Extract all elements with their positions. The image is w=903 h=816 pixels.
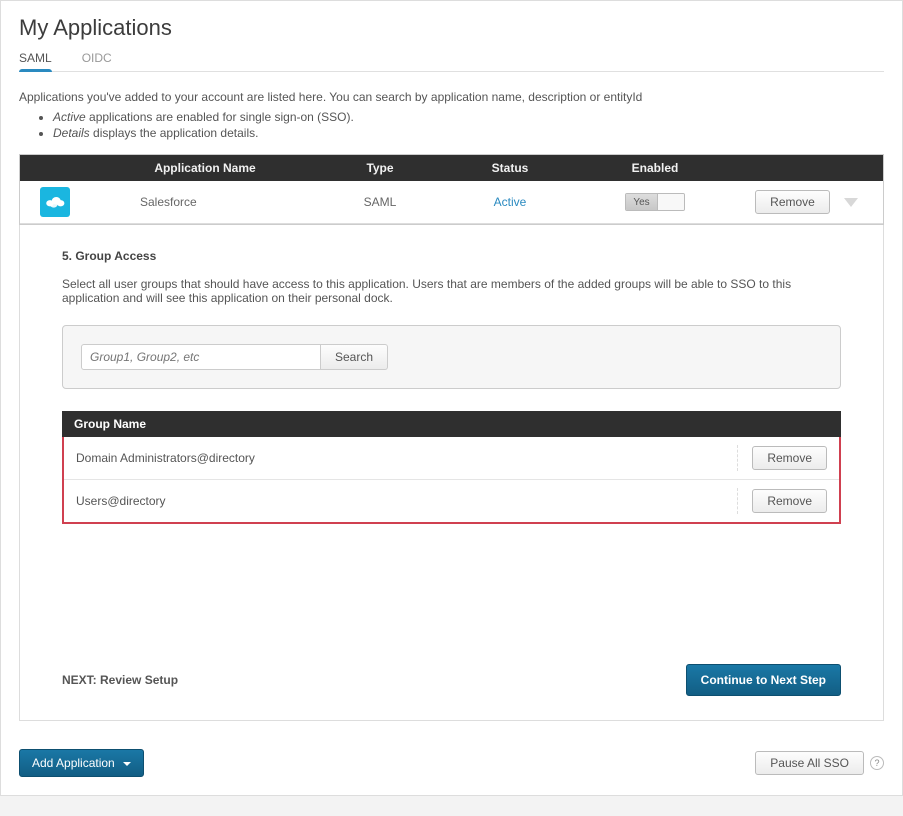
footer: Add Application Pause All SSO ? bbox=[19, 749, 884, 777]
divider bbox=[737, 488, 738, 514]
remove-group-button[interactable]: Remove bbox=[752, 489, 827, 513]
group-search-button[interactable]: Search bbox=[321, 344, 388, 370]
next-label: NEXT: Review Setup bbox=[62, 673, 178, 687]
app-type: SAML bbox=[320, 181, 440, 223]
enabled-toggle[interactable]: Yes bbox=[625, 193, 685, 211]
step-title: 5. Group Access bbox=[62, 249, 841, 263]
applications-table: Application Name Type Status Enabled Sal… bbox=[19, 154, 884, 225]
group-name: Users@directory bbox=[76, 494, 723, 508]
group-row: Domain Administrators@directory Remove bbox=[64, 437, 839, 480]
note-details-em: Details bbox=[53, 126, 90, 140]
intro-notes: Active applications are enabled for sing… bbox=[39, 110, 884, 140]
toggle-yes-label: Yes bbox=[626, 194, 658, 210]
pause-all-sso-button[interactable]: Pause All SSO bbox=[755, 751, 864, 775]
col-header-status: Status bbox=[440, 155, 580, 181]
page-title: My Applications bbox=[19, 15, 884, 41]
note-active: Active applications are enabled for sing… bbox=[53, 110, 884, 124]
help-icon[interactable]: ? bbox=[870, 756, 884, 770]
applications-header-row: Application Name Type Status Enabled bbox=[20, 155, 883, 181]
step-description: Select all user groups that should have … bbox=[62, 277, 841, 305]
continue-button[interactable]: Continue to Next Step bbox=[686, 664, 841, 696]
salesforce-icon bbox=[40, 187, 70, 217]
tab-saml[interactable]: SAML bbox=[19, 51, 52, 71]
group-search-input[interactable] bbox=[81, 344, 321, 370]
app-status-link[interactable]: Active bbox=[494, 195, 527, 209]
remove-group-button[interactable]: Remove bbox=[752, 446, 827, 470]
col-header-enabled: Enabled bbox=[580, 155, 730, 181]
tab-oidc[interactable]: OIDC bbox=[82, 51, 112, 71]
note-active-rest: applications are enabled for single sign… bbox=[86, 110, 354, 124]
group-table: Group Name Domain Administrators@directo… bbox=[62, 411, 841, 524]
remove-app-button[interactable]: Remove bbox=[755, 190, 830, 214]
group-name: Domain Administrators@directory bbox=[76, 451, 723, 465]
detail-panel: 5. Group Access Select all user groups t… bbox=[19, 225, 884, 721]
note-details: Details displays the application details… bbox=[53, 126, 884, 140]
app-name: Salesforce bbox=[90, 181, 320, 223]
col-header-name: Application Name bbox=[90, 155, 320, 181]
note-details-rest: displays the application details. bbox=[90, 126, 259, 140]
note-active-em: Active bbox=[53, 110, 86, 124]
group-search-box: Search bbox=[62, 325, 841, 389]
intro-text: Applications you've added to your accoun… bbox=[19, 90, 884, 104]
add-application-label: Add Application bbox=[32, 756, 118, 770]
tabs: SAML OIDC bbox=[19, 51, 884, 72]
chevron-down-icon[interactable] bbox=[844, 198, 858, 207]
application-row: Salesforce SAML Active Yes Remove bbox=[20, 181, 883, 224]
next-row: NEXT: Review Setup Continue to Next Step bbox=[62, 524, 841, 696]
group-row: Users@directory Remove bbox=[64, 480, 839, 522]
col-header-type: Type bbox=[320, 155, 440, 181]
toggle-knob bbox=[658, 194, 684, 210]
caret-down-icon bbox=[123, 762, 131, 766]
divider bbox=[737, 445, 738, 471]
group-table-header: Group Name bbox=[62, 411, 841, 437]
add-application-button[interactable]: Add Application bbox=[19, 749, 144, 777]
